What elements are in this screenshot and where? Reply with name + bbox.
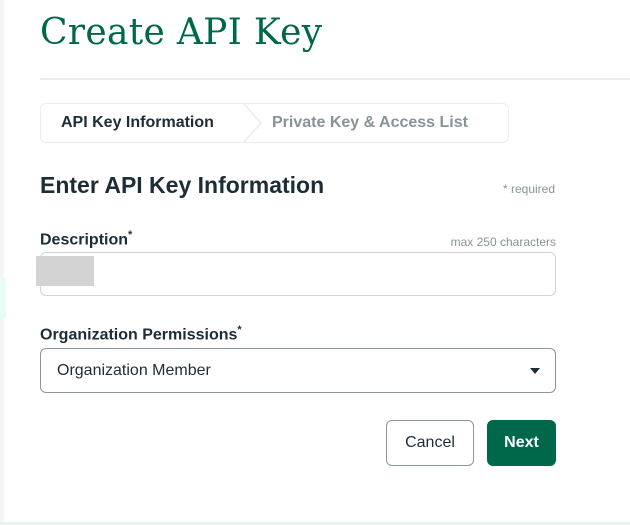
- step-api-key-information[interactable]: API Key Information: [41, 104, 251, 142]
- redacted-block: [36, 256, 94, 286]
- organization-permissions-select[interactable]: Organization Member: [40, 348, 556, 393]
- required-mark: *: [128, 229, 133, 241]
- left-panel-edge: [0, 0, 4, 525]
- step-label: Private Key & Access List: [272, 114, 468, 131]
- step-private-key-access-list[interactable]: Private Key & Access List: [272, 104, 468, 142]
- wizard-stepper: API Key Information Private Key & Access…: [40, 103, 509, 143]
- caret-down-icon: [530, 368, 540, 374]
- title-divider: [40, 78, 630, 80]
- section-title: Enter API Key Information: [40, 172, 325, 198]
- select-value: Organization Member: [57, 361, 211, 379]
- step-label: API Key Information: [61, 114, 214, 131]
- organization-permissions-label: Organization Permissions*: [40, 324, 242, 344]
- left-panel-accent: [0, 278, 6, 318]
- chevron-right-icon: [242, 104, 263, 142]
- cancel-button[interactable]: Cancel: [386, 420, 474, 466]
- max-characters-note: max 250 characters: [450, 235, 556, 249]
- page-title: Create API Key: [40, 12, 323, 53]
- description-input[interactable]: [40, 252, 556, 296]
- next-button[interactable]: Next: [487, 420, 556, 466]
- description-label-text: Description: [40, 231, 129, 249]
- required-note: * required: [502, 182, 555, 196]
- description-label: Description*: [40, 229, 132, 249]
- required-mark: *: [237, 324, 242, 336]
- organization-permissions-label-text: Organization Permissions: [40, 326, 238, 344]
